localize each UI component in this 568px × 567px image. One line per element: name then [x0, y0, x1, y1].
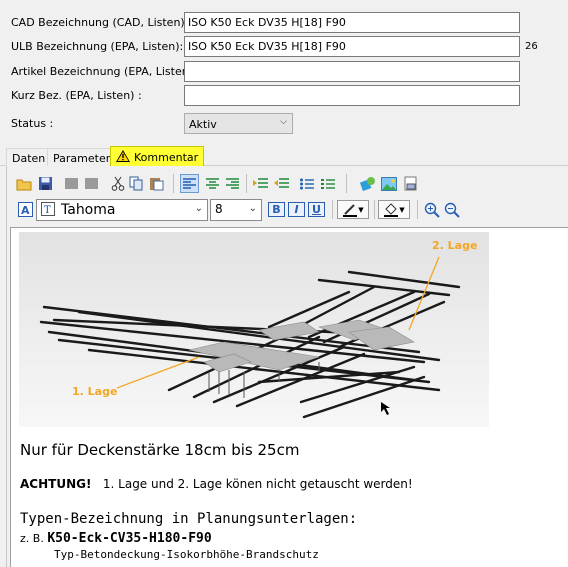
italic-label: I — [294, 203, 299, 216]
tab-kommentar-label: Kommentar — [134, 151, 199, 164]
toolbar-separator — [173, 174, 174, 193]
align-center-icon[interactable] — [203, 174, 222, 193]
status-select[interactable]: Aktiv ⌵ — [184, 113, 293, 134]
comment-line-example: z. B. K50-Eck-CV35-H180-F90 — [20, 531, 212, 546]
toolbar-separator — [374, 200, 375, 219]
edit-toolbar — [8, 171, 428, 196]
tab-kommentar[interactable]: Kommentar — [110, 146, 205, 167]
status-label: Status : — [11, 117, 54, 130]
cad-label: CAD Bezeichnung (CAD, Listen): — [11, 16, 189, 29]
italic-button[interactable]: I — [288, 202, 305, 217]
tab-daten[interactable]: Daten — [6, 148, 52, 166]
kurz-label: Kurz Bez. (EPA, Listen) : — [11, 89, 142, 102]
print-preview-icon[interactable] — [401, 174, 420, 193]
ulb-field[interactable]: ISO K50 Eck DV35 H[18] F90 — [184, 36, 520, 57]
layer1-label: 1. Lage — [72, 385, 118, 398]
artikel-field[interactable] — [184, 61, 520, 82]
bold-button[interactable]: B — [268, 202, 285, 217]
format-toolbar: A T Tahoma ⌄ 8 ⌄ B I U ▼ ▼ — [8, 197, 478, 222]
insert-image-icon[interactable] — [379, 174, 398, 193]
underline-label: U — [312, 203, 321, 216]
chevron-down-icon: ▼ — [358, 205, 364, 214]
bold-label: B — [272, 203, 281, 216]
layer2-label: 2. Lage — [432, 239, 478, 252]
reinforcement-image: 2. Lage 1. Lage — [19, 232, 489, 427]
align-left-icon[interactable] — [180, 174, 199, 193]
open-folder-icon[interactable] — [14, 174, 33, 193]
cut-icon[interactable] — [108, 174, 127, 193]
save-icon[interactable] — [36, 174, 55, 193]
font-size-value: 8 — [215, 202, 223, 216]
comment-line-legend: Typ-Betondeckung-Isokorbhöhe-Brandschutz — [54, 548, 319, 561]
kurz-row: Kurz Bez. (EPA, Listen) : — [0, 85, 568, 107]
warning-detail: 1. Lage und 2. Lage könen nicht getausch… — [102, 477, 413, 491]
comment-line-type-title: Typen-Bezeichnung in Planungsunterlagen: — [20, 511, 358, 527]
example-code: K50-Eck-CV35-H180-F90 — [47, 531, 212, 546]
paint-bucket-icon — [383, 202, 399, 217]
artikel-row: Artikel Bezeichnung (EPA, Listen): — [0, 61, 568, 83]
toolbar-separator — [332, 200, 333, 219]
font-color-button[interactable]: ▼ — [337, 200, 369, 219]
toolbar-separator — [246, 174, 247, 193]
cad-field[interactable]: ISO K50 Eck DV35 H[18] F90 — [184, 12, 520, 33]
tab-daten-label: Daten — [12, 152, 46, 165]
font-family-select[interactable]: T Tahoma ⌄ — [36, 199, 208, 221]
paste-icon[interactable] — [147, 174, 166, 193]
comment-line-thickness: Nur für Deckenstärke 18cm bis 25cm — [20, 441, 300, 459]
cad-row: CAD Bezeichnung (CAD, Listen): ISO K50 E… — [0, 12, 568, 34]
insert-object-icon[interactable] — [358, 174, 377, 193]
pen-icon — [342, 203, 358, 217]
font-style-icon[interactable]: A — [16, 200, 35, 219]
example-prefix: z. B. — [20, 532, 44, 545]
outdent-icon[interactable] — [272, 174, 291, 193]
disabled-action-icon — [82, 174, 101, 193]
tab-bar: Daten Parameter Kommentar — [0, 146, 568, 167]
highlight-color-button[interactable]: ▼ — [378, 200, 410, 219]
chevron-down-icon: ⌄ — [194, 203, 203, 214]
tab-parameter-label: Parameter — [53, 152, 111, 165]
font-type-icon: T — [41, 202, 55, 216]
copy-icon[interactable] — [127, 174, 146, 193]
zoom-out-icon[interactable] — [442, 200, 461, 219]
ulb-row: ULB Bezeichnung (EPA, Listen): ISO K50 E… — [0, 36, 568, 58]
status-value: Aktiv — [189, 118, 217, 131]
zoom-in-icon[interactable] — [422, 200, 441, 219]
toolbar-separator — [417, 200, 418, 219]
kurz-field[interactable] — [184, 85, 520, 106]
ulb-label: ULB Bezeichnung (EPA, Listen): — [11, 40, 184, 53]
chevron-down-icon: ▼ — [399, 205, 405, 214]
numbered-list-icon[interactable] — [318, 174, 337, 193]
chevron-down-icon: ⌵ — [280, 117, 287, 127]
bullet-list-icon[interactable] — [297, 174, 316, 193]
comment-editor[interactable]: 2. Lage 1. Lage Nur für Deckenstärke 18c… — [10, 227, 568, 567]
warning-text: ACHTUNG! — [20, 477, 92, 491]
toolbar-separator — [346, 174, 347, 193]
warning-icon — [116, 150, 130, 162]
comment-line-warning: ACHTUNG! 1. Lage und 2. Lage könen nicht… — [20, 477, 413, 491]
artikel-label: Artikel Bezeichnung (EPA, Listen): — [11, 65, 197, 78]
chevron-down-icon: ⌄ — [248, 203, 257, 214]
svg-text:T: T — [44, 205, 51, 216]
tab-parameter[interactable]: Parameter — [47, 148, 117, 166]
ulb-count: 26 — [525, 41, 538, 52]
font-family-value: Tahoma — [61, 202, 116, 218]
indent-icon[interactable] — [251, 174, 270, 193]
svg-text:A: A — [21, 204, 30, 217]
underline-button[interactable]: U — [308, 202, 325, 217]
align-right-icon[interactable] — [223, 174, 242, 193]
disabled-action-icon — [62, 174, 81, 193]
font-size-select[interactable]: 8 ⌄ — [210, 199, 262, 221]
